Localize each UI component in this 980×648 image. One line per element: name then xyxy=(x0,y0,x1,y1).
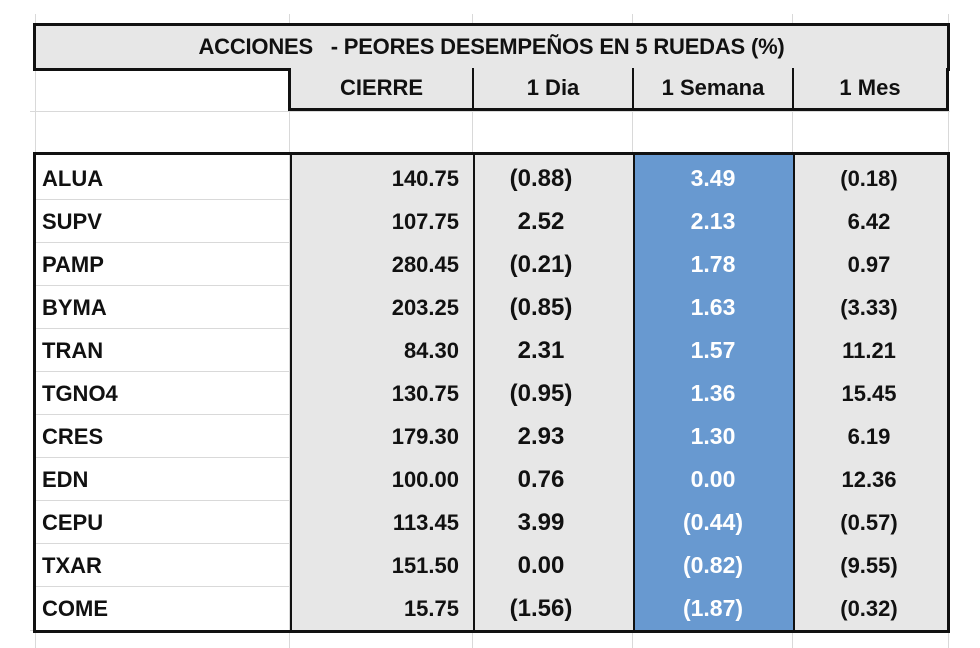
1-dia-cell[interactable]: (0.21) xyxy=(473,243,633,286)
gridline xyxy=(30,111,950,112)
1-dia-cell[interactable]: 3.99 xyxy=(473,501,633,544)
cierre-cell[interactable]: 107.75 xyxy=(290,200,473,243)
1-mes-cell[interactable]: (0.18) xyxy=(793,157,945,200)
ticker-cell[interactable]: PAMP xyxy=(36,243,290,286)
1-mes-cell[interactable]: 6.19 xyxy=(793,415,945,458)
cierre-cell[interactable]: 140.75 xyxy=(290,157,473,200)
1-dia-cell[interactable]: 0.00 xyxy=(473,544,633,587)
1-mes-cell[interactable]: 0.97 xyxy=(793,243,945,286)
cierre-cell[interactable]: 280.45 xyxy=(290,243,473,286)
cierre-cell[interactable]: 130.75 xyxy=(290,372,473,415)
1-semana-cell[interactable]: (1.87) xyxy=(633,587,793,630)
1-semana-cell[interactable]: 2.13 xyxy=(633,200,793,243)
header-cierre-label: CIERRE xyxy=(339,75,424,100)
1-mes-cell[interactable]: (0.57) xyxy=(793,501,945,544)
1-mes-cell[interactable]: 6.42 xyxy=(793,200,945,243)
1-dia-cell[interactable]: 2.93 xyxy=(473,415,633,458)
table-row: SUPV 107.75 2.52 2.13 6.42 xyxy=(36,200,945,243)
1-dia-cell[interactable]: 2.31 xyxy=(473,329,633,372)
1-semana-cell[interactable]: 1.78 xyxy=(633,243,793,286)
table-row: TRAN 84.30 2.31 1.57 11.21 xyxy=(36,329,945,372)
table-row: TXAR 151.50 0.00 (0.82) (9.55) xyxy=(36,544,945,587)
header-1-semana[interactable]: 1 Semana xyxy=(632,68,792,111)
1-mes-cell[interactable]: 15.45 xyxy=(793,372,945,415)
header-1-semana-label: 1 Semana xyxy=(661,75,765,100)
ticker-cell[interactable]: ALUA xyxy=(36,157,290,200)
1-dia-cell[interactable]: 0.76 xyxy=(473,458,633,501)
header-1-dia[interactable]: 1 Dia xyxy=(472,68,632,111)
1-semana-cell[interactable]: 1.63 xyxy=(633,286,793,329)
ticker-cell[interactable]: CEPU xyxy=(36,501,290,544)
1-semana-cell[interactable]: (0.82) xyxy=(633,544,793,587)
ticker-cell[interactable]: TRAN xyxy=(36,329,290,372)
cierre-cell[interactable]: 15.75 xyxy=(290,587,473,630)
ticker-cell[interactable]: COME xyxy=(36,587,290,630)
1-semana-cell[interactable]: 1.57 xyxy=(633,329,793,372)
1-dia-cell[interactable]: (1.56) xyxy=(473,587,633,630)
ticker-cell[interactable]: SUPV xyxy=(36,200,290,243)
1-mes-cell[interactable]: 11.21 xyxy=(793,329,945,372)
header-1-dia-label: 1 Dia xyxy=(526,75,580,100)
cierre-cell[interactable]: 84.30 xyxy=(290,329,473,372)
header-1-mes[interactable]: 1 Mes xyxy=(792,68,949,111)
header-cierre[interactable]: CIERRE xyxy=(288,68,472,111)
1-dia-cell[interactable]: (0.85) xyxy=(473,286,633,329)
cierre-cell[interactable]: 113.45 xyxy=(290,501,473,544)
table-row: COME 15.75 (1.56) (1.87) (0.32) xyxy=(36,587,945,630)
1-semana-cell[interactable]: 0.00 xyxy=(633,458,793,501)
ticker-cell[interactable]: TGNO4 xyxy=(36,372,290,415)
ticker-cell[interactable]: BYMA xyxy=(36,286,290,329)
1-mes-cell[interactable]: 12.36 xyxy=(793,458,945,501)
ticker-cell[interactable]: CRES xyxy=(36,415,290,458)
table-row: BYMA 203.25 (0.85) 1.63 (3.33) xyxy=(36,286,945,329)
cierre-cell[interactable]: 100.00 xyxy=(290,458,473,501)
1-dia-cell[interactable]: (0.95) xyxy=(473,372,633,415)
1-mes-cell[interactable]: (9.55) xyxy=(793,544,945,587)
header-1-mes-label: 1 Mes xyxy=(839,75,901,100)
table-row: CEPU 113.45 3.99 (0.44) (0.57) xyxy=(36,501,945,544)
1-semana-cell[interactable]: 3.49 xyxy=(633,157,793,200)
1-mes-cell[interactable]: (0.32) xyxy=(793,587,945,630)
table-row: EDN 100.00 0.76 0.00 12.36 xyxy=(36,458,945,501)
1-semana-cell[interactable]: 1.36 xyxy=(633,372,793,415)
table-row: CRES 179.30 2.93 1.30 6.19 xyxy=(36,415,945,458)
1-dia-cell[interactable]: 2.52 xyxy=(473,200,633,243)
table-title-cell[interactable]: ACCIONES - PEORES DESEMPEÑOS EN 5 RUEDAS… xyxy=(33,23,950,71)
table-title: ACCIONES - PEORES DESEMPEÑOS EN 5 RUEDAS… xyxy=(198,34,785,59)
cierre-cell[interactable]: 179.30 xyxy=(290,415,473,458)
table-row: ALUA 140.75 (0.88) 3.49 (0.18) xyxy=(36,157,945,200)
table-row: TGNO4 130.75 (0.95) 1.36 15.45 xyxy=(36,372,945,415)
cierre-cell[interactable]: 151.50 xyxy=(290,544,473,587)
cierre-cell[interactable]: 203.25 xyxy=(290,286,473,329)
1-semana-cell[interactable]: (0.44) xyxy=(633,501,793,544)
table-row: PAMP 280.45 (0.21) 1.78 0.97 xyxy=(36,243,945,286)
1-mes-cell[interactable]: (3.33) xyxy=(793,286,945,329)
1-dia-cell[interactable]: (0.88) xyxy=(473,157,633,200)
1-semana-cell[interactable]: 1.30 xyxy=(633,415,793,458)
ticker-cell[interactable]: EDN xyxy=(36,458,290,501)
data-rows: ALUA 140.75 (0.88) 3.49 (0.18) SUPV 107.… xyxy=(36,157,945,630)
spreadsheet: ACCIONES - PEORES DESEMPEÑOS EN 5 RUEDAS… xyxy=(0,0,980,648)
ticker-cell[interactable]: TXAR xyxy=(36,544,290,587)
